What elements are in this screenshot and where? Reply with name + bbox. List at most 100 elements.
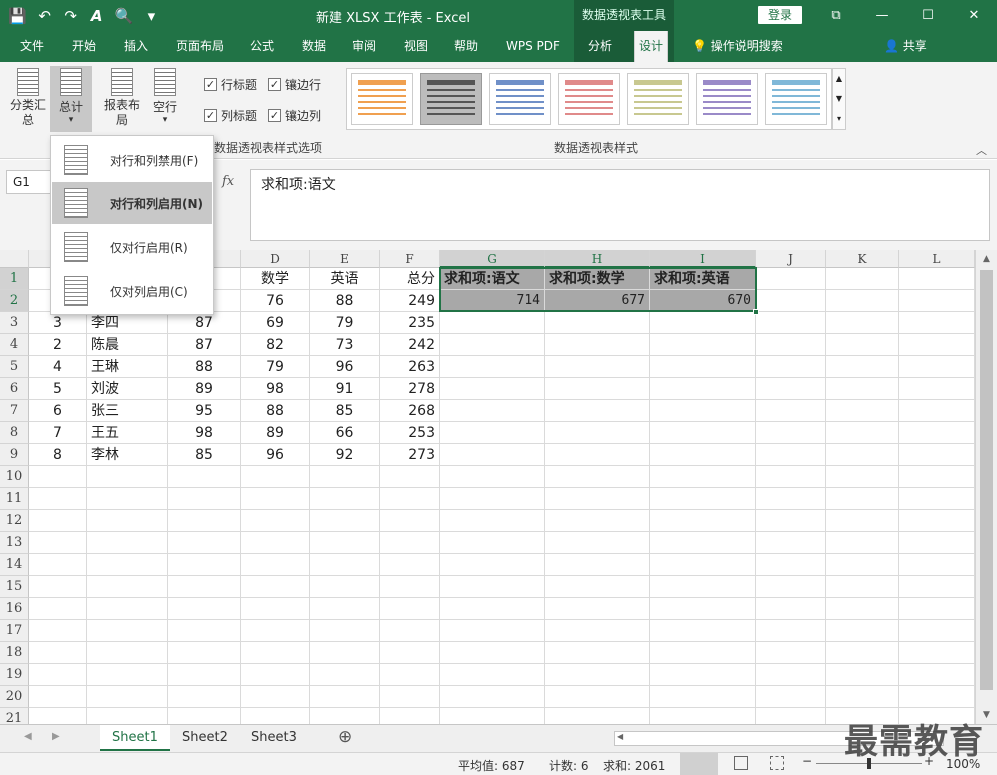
grid-cell[interactable] [440,532,545,554]
grid-cell[interactable] [756,334,826,356]
grid-cell[interactable] [440,664,545,686]
row-header[interactable]: 1 [0,268,29,290]
grid-cell[interactable]: 79 [310,312,380,334]
grid-cell[interactable] [899,312,975,334]
grid-cell[interactable] [87,686,168,708]
pivot-style-thumb[interactable] [489,73,551,125]
grid-cell[interactable]: 88 [168,356,241,378]
pivot-value-cell[interactable]: 677 [545,290,650,312]
grid-cell[interactable]: 235 [380,312,440,334]
grid-cell[interactable]: 273 [380,444,440,466]
column-header[interactable]: J [756,250,826,268]
pivot-value-cell[interactable]: 670 [650,290,756,312]
blank-rows-button[interactable]: 空行 ▾ [148,68,182,125]
pivot-value-cell[interactable]: 714 [440,290,545,312]
column-header[interactable]: E [310,250,380,268]
grid-cell[interactable] [241,598,310,620]
grid-cell[interactable]: 刘波 [87,378,168,400]
row-header[interactable]: 4 [0,334,29,356]
page-layout-view-icon[interactable] [734,756,748,770]
grid-cell[interactable] [87,708,168,724]
grid-cell[interactable]: 91 [310,378,380,400]
grid-cell[interactable] [899,686,975,708]
grid-cell[interactable] [87,466,168,488]
row-header[interactable]: 21 [0,708,29,724]
column-header[interactable]: I [650,250,756,268]
grid-cell[interactable] [380,642,440,664]
grid-cell[interactable] [241,708,310,724]
grid-cell[interactable] [756,598,826,620]
grid-cell[interactable]: 263 [380,356,440,378]
grid-cell[interactable] [87,642,168,664]
pivot-style-thumb[interactable] [696,73,758,125]
grid-cell[interactable] [899,532,975,554]
grid-cell[interactable] [380,708,440,724]
grid-cell[interactable] [168,510,241,532]
pivot-header-cell[interactable]: 求和项:英语 [650,268,756,290]
grid-cell[interactable] [899,664,975,686]
grid-cell[interactable] [310,466,380,488]
column-header[interactable]: D [241,250,310,268]
grid-cell[interactable] [440,378,545,400]
tab-10[interactable]: 分析 [584,31,616,62]
tab-0[interactable]: 文件 [16,31,48,62]
grid-cell[interactable] [87,532,168,554]
minimize-icon[interactable]: — [859,0,905,31]
grid-cell[interactable] [545,664,650,686]
grid-cell[interactable] [826,686,899,708]
banded-rows-checkbox[interactable]: ✓ 镶边行 [268,76,321,93]
row-header[interactable]: 6 [0,378,29,400]
grid-cell[interactable] [241,510,310,532]
grid-cell[interactable] [650,642,756,664]
grid-cell[interactable] [440,686,545,708]
grid-cell[interactable] [29,466,87,488]
grid-cell[interactable] [756,400,826,422]
grid-cell[interactable] [29,686,87,708]
grid-cell[interactable] [545,620,650,642]
grid-cell[interactable] [756,312,826,334]
row-header[interactable]: 10 [0,466,29,488]
tab-5[interactable]: 数据 [298,31,330,62]
row-header[interactable]: 7 [0,400,29,422]
grid-cell[interactable] [29,554,87,576]
grid-cell[interactable] [826,642,899,664]
grid-cell[interactable] [310,620,380,642]
grid-cell[interactable]: 253 [380,422,440,444]
grid-cell[interactable]: 98 [168,422,241,444]
grid-cell[interactable] [826,488,899,510]
grid-cell[interactable] [650,400,756,422]
grid-cell[interactable] [380,510,440,532]
grid-cell[interactable] [380,686,440,708]
grid-cell[interactable]: 87 [168,312,241,334]
grid-cell[interactable] [440,510,545,532]
grid-cell[interactable] [899,444,975,466]
grid-cell[interactable] [826,532,899,554]
grid-cell[interactable] [756,466,826,488]
grid-cell[interactable] [380,576,440,598]
grid-cell[interactable] [650,532,756,554]
pivot-header-cell[interactable]: 求和项:语文 [440,268,545,290]
grid-cell[interactable] [241,620,310,642]
fx-icon[interactable]: fx [222,174,234,189]
menu-item-off-rows-cols[interactable]: 对行和列禁用(F) [52,139,212,181]
grid-cell[interactable] [826,664,899,686]
customize-icon[interactable]: ▾ [143,7,159,25]
grid-cell[interactable] [756,642,826,664]
grid-cell[interactable] [826,312,899,334]
fill-handle[interactable] [753,309,759,315]
row-header[interactable]: 17 [0,620,29,642]
grid-cell[interactable] [899,576,975,598]
row-header[interactable]: 14 [0,554,29,576]
grid-cell[interactable] [380,554,440,576]
grid-cell[interactable]: 87 [168,334,241,356]
grid-cell[interactable] [87,598,168,620]
grid-cell[interactable] [545,312,650,334]
tab-7[interactable]: 视图 [400,31,432,62]
grid-cell[interactable] [168,554,241,576]
column-header[interactable]: L [899,250,975,268]
grid-cell[interactable] [440,422,545,444]
zoom-out-icon[interactable]: − [802,754,812,768]
grid-cell[interactable] [545,334,650,356]
grid-cell[interactable] [545,422,650,444]
undo-icon[interactable]: ↶ [37,7,53,25]
